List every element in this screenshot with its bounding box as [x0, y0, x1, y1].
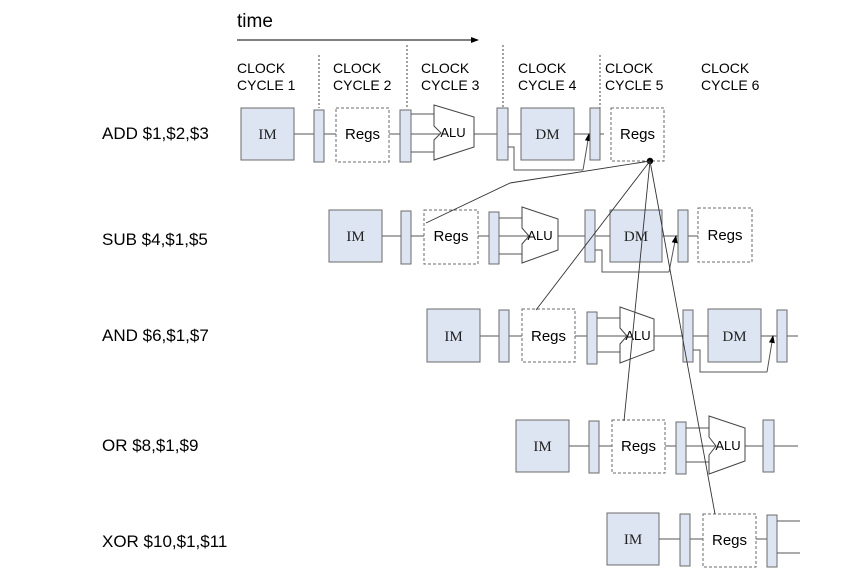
dm-label: DM [722, 329, 746, 345]
pipeline-register [498, 309, 510, 363]
regs-label: Regs [621, 438, 656, 455]
cycle-header-5: CLOCK CYCLE 5 [605, 60, 664, 93]
alu-label: ALU [625, 328, 650, 343]
regs-label: Regs [620, 126, 655, 143]
pipeline-register [766, 514, 778, 568]
cycle-header-line1: CLOCK [605, 60, 654, 76]
pipeline-register [488, 211, 500, 265]
alu-label: ALU [440, 125, 465, 140]
pipeline-register [399, 109, 412, 163]
alu-label: ALU [527, 228, 552, 243]
pipeline-register [586, 311, 598, 365]
regs-label: Regs [707, 227, 742, 244]
pipeline-row-and: AND $6,$1,$7 IM Regs ALU DM [102, 306, 798, 373]
pipeline-register [675, 421, 687, 475]
regs-label: Regs [712, 532, 747, 549]
cycle-header-line2: CYCLE 4 [518, 77, 577, 93]
pipeline-register [762, 419, 775, 473]
pipeline-register [584, 209, 596, 263]
forward-line [509, 160, 651, 184]
im-label: IM [258, 127, 276, 143]
im-label: IM [444, 329, 462, 345]
pipeline-row-xor: XOR $10,$1,$11 IM Regs [102, 512, 800, 568]
im-label: IM [624, 532, 642, 548]
dm-label: DM [624, 229, 648, 245]
pipeline-row-sub: SUB $4,$1,$5 IM Regs ALU DM Regs [102, 206, 753, 273]
time-label: time [237, 11, 273, 32]
dm-label: DM [535, 127, 559, 143]
pipeline-register [589, 107, 601, 161]
pipeline-register [313, 109, 325, 163]
instruction-label: XOR $10,$1,$11 [102, 532, 227, 551]
pipeline-register [679, 513, 691, 567]
cycle-header-line1: CLOCK [237, 60, 286, 76]
cycle-header-line2: CYCLE 2 [333, 77, 392, 93]
alu-label: ALU [715, 438, 740, 453]
cycle-header-2: CLOCK CYCLE 2 [333, 60, 392, 93]
pipeline-register [677, 209, 689, 263]
instruction-label: ADD $1,$2,$3 [102, 124, 209, 143]
cycle-header-line2: CYCLE 3 [421, 77, 480, 93]
cycle-header-line1: CLOCK [518, 60, 567, 76]
cycle-header-1: CLOCK CYCLE 1 [237, 60, 296, 93]
cycle-header-line1: CLOCK [421, 60, 470, 76]
regs-label: Regs [433, 228, 468, 245]
pipeline-register [682, 309, 694, 363]
instruction-label: OR $8,$1,$9 [102, 436, 198, 455]
cycle-header-6: CLOCK CYCLE 6 [701, 60, 760, 93]
instruction-label: AND $6,$1,$7 [102, 326, 209, 345]
cycle-header-line1: CLOCK [701, 60, 750, 76]
im-label: IM [346, 229, 364, 245]
pipeline-row-add: ADD $1,$2,$3 IM Regs ALU DM Regs [102, 104, 665, 171]
pipeline-row-or: OR $8,$1,$9 IM Regs ALU [102, 415, 798, 475]
pipeline-register [400, 210, 412, 265]
pipeline-register [588, 420, 600, 474]
pipeline-register [776, 309, 788, 363]
cycle-header-line1: CLOCK [333, 60, 382, 76]
pipeline-register [496, 107, 509, 161]
cycle-header-line2: CYCLE 1 [237, 77, 296, 93]
cycle-header-line2: CYCLE 5 [605, 77, 664, 93]
cycle-header-4: CLOCK CYCLE 4 [518, 60, 577, 93]
pipeline-diagram: time CLOCK CYCLE 1 CLOCK CYCLE 2 CLOCK C… [102, 11, 800, 568]
regs-label: Regs [531, 328, 566, 345]
regs-label: Regs [345, 126, 380, 143]
instruction-label: SUB $4,$1,$5 [102, 230, 208, 249]
im-label: IM [533, 439, 551, 455]
cycle-header-3: CLOCK CYCLE 3 [421, 60, 480, 93]
cycle-header-line2: CYCLE 6 [701, 77, 760, 93]
forward-line [623, 160, 651, 422]
